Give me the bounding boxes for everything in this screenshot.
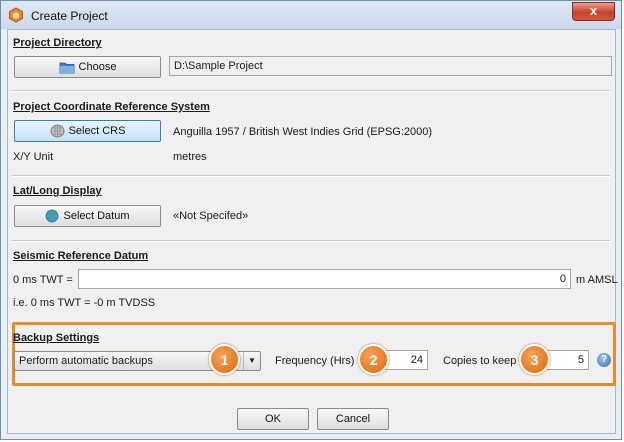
create-project-dialog: Create Project x Project Directory Choos… (0, 0, 622, 440)
crs-heading: Project Coordinate Reference System (13, 101, 210, 113)
window-title: Create Project (31, 9, 108, 23)
divider (12, 90, 610, 92)
select-datum-button[interactable]: Select Datum (14, 205, 161, 227)
ok-button-label: OK (265, 413, 281, 425)
annotation-badge-2: 2 (358, 344, 389, 375)
title-bar: Create Project x (1, 1, 621, 29)
divider (12, 175, 610, 177)
dialog-body: Project Directory Choose D:\Sample Proje… (7, 29, 618, 434)
project-path-field: D:\Sample Project (169, 56, 612, 76)
twt-input[interactable]: 0 (78, 269, 571, 289)
crs-value: Anguilla 1957 / British West Indies Grid… (173, 126, 433, 138)
twt-unit: m AMSL (576, 274, 618, 286)
seismic-heading: Seismic Reference Datum (13, 250, 149, 262)
help-icon-glyph: ? (600, 354, 608, 365)
close-icon: x (589, 3, 598, 18)
close-button[interactable]: x (572, 2, 615, 21)
backup-mode-value: Perform automatic backups (19, 355, 153, 367)
divider (12, 240, 610, 242)
datum-value: «Not Specifed» (173, 210, 249, 222)
select-crs-button[interactable]: Select CRS (14, 120, 161, 142)
twt-label: 0 ms TWT = (13, 274, 73, 286)
choose-button-label: Choose (78, 61, 117, 73)
select-crs-label: Select CRS (68, 125, 126, 137)
choose-button[interactable]: Choose (14, 56, 161, 78)
annotation-badge-3: 3 (519, 344, 550, 375)
chevron-down-icon: ▼ (243, 352, 260, 370)
select-datum-label: Select Datum (63, 210, 130, 222)
twt-note: i.e. 0 ms TWT = -0 m TVDSS (13, 297, 156, 309)
latlong-heading: Lat/Long Display (13, 185, 102, 197)
frequency-label: Frequency (Hrs) (275, 355, 355, 367)
globe-icon (46, 209, 59, 223)
cancel-button-label: Cancel (335, 413, 371, 425)
folder-icon (59, 62, 74, 74)
annotation-badge-1: 1 (209, 344, 240, 375)
xy-unit-label: X/Y Unit (13, 151, 54, 163)
help-icon[interactable]: ? (597, 353, 611, 367)
copies-label: Copies to keep (443, 355, 517, 367)
ok-button[interactable]: OK (237, 408, 309, 430)
xy-unit-value: metres (173, 151, 207, 163)
cancel-button[interactable]: Cancel (317, 408, 389, 430)
backup-heading: Backup Settings (13, 332, 100, 344)
project-directory-heading: Project Directory (13, 37, 102, 49)
app-icon (9, 7, 23, 23)
grid-icon (50, 124, 64, 138)
